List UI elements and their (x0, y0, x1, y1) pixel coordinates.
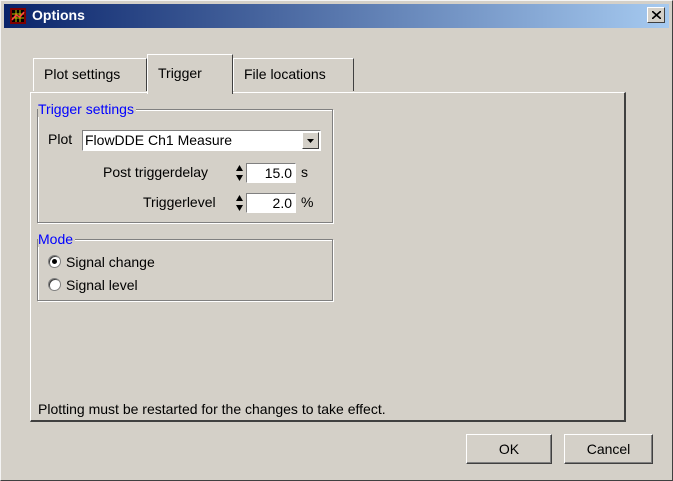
plot-select-value: FlowDDE Ch1 Measure (85, 132, 233, 148)
tab-file-locations[interactable]: File locations (233, 58, 354, 91)
chevron-down-icon (307, 139, 314, 143)
triggerlevel-unit: % (301, 194, 314, 210)
tab-trigger[interactable]: Trigger (147, 54, 233, 94)
close-icon (652, 11, 661, 19)
spin-arrows-icon[interactable] (235, 193, 244, 213)
tab-label: File locations (244, 66, 326, 82)
trigger-settings-legend: Trigger settings (38, 101, 136, 117)
tab-plot-settings[interactable]: Plot settings (33, 58, 147, 91)
mode-legend: Mode (38, 231, 76, 247)
title-bar[interactable]: Options (4, 4, 669, 28)
signal-level-radio[interactable] (48, 278, 61, 291)
cancel-button[interactable]: Cancel (564, 434, 653, 464)
signal-level-label: Signal level (66, 277, 138, 293)
plot-label: Plot (48, 131, 73, 147)
ok-button[interactable]: OK (466, 434, 552, 464)
triggerlevel-field[interactable]: 2.0 (246, 193, 296, 213)
plot-select[interactable]: FlowDDE Ch1 Measure (82, 130, 321, 151)
spin-arrows-icon[interactable] (235, 163, 244, 183)
dropdown-button[interactable] (302, 132, 319, 149)
radio-dot (52, 259, 57, 264)
signal-change-radio[interactable] (48, 255, 61, 268)
tab-label: Trigger (158, 65, 202, 81)
close-button[interactable] (647, 7, 665, 23)
window-title: Options (32, 7, 85, 23)
restart-note: Plotting must be restarted for the chang… (38, 401, 386, 417)
chart-grid-icon (10, 8, 26, 24)
post-triggerdelay-unit: s (301, 164, 308, 180)
signal-change-label: Signal change (66, 254, 155, 270)
triggerlevel-label: Triggerlevel (143, 194, 216, 210)
tab-label: Plot settings (44, 66, 121, 82)
post-triggerdelay-label: Post triggerdelay (103, 164, 209, 180)
post-triggerdelay-field[interactable]: 15.0 (246, 163, 296, 183)
options-dialog: Options Plot settings Trigger File locat… (0, 0, 673, 481)
